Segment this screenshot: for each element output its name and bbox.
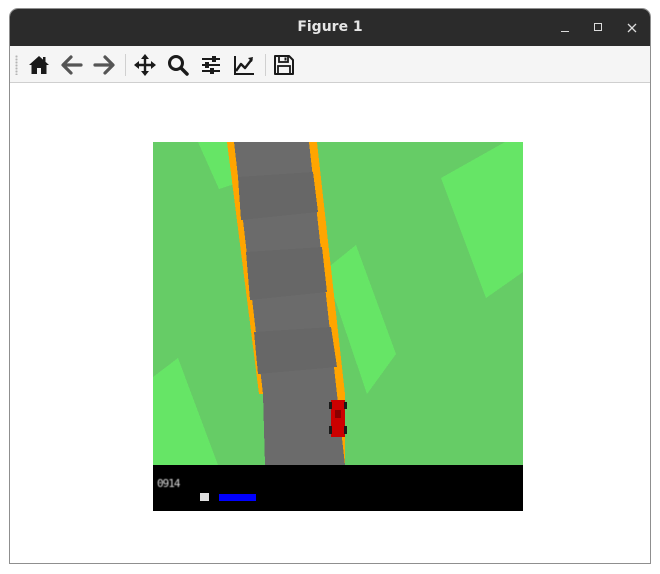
move-icon bbox=[134, 54, 156, 76]
magnifier-icon bbox=[168, 55, 189, 76]
hud-indicator bbox=[200, 493, 209, 501]
toolbar-grip[interactable] bbox=[15, 55, 18, 75]
minimize-icon bbox=[561, 31, 569, 32]
game-scene bbox=[153, 142, 523, 511]
maximize-button[interactable] bbox=[588, 18, 608, 38]
figure-window: Figure 1 0914 bbox=[9, 8, 651, 564]
game-frame[interactable]: 0914 bbox=[153, 142, 523, 511]
player-car bbox=[329, 400, 347, 437]
title-bar[interactable]: Figure 1 bbox=[10, 9, 650, 46]
window-title: Figure 1 bbox=[297, 19, 363, 35]
sliders-icon bbox=[202, 56, 220, 74]
road-band bbox=[238, 172, 318, 220]
save-button[interactable] bbox=[271, 52, 297, 78]
zoom-button[interactable] bbox=[165, 52, 191, 78]
back-button[interactable] bbox=[59, 52, 85, 78]
arrow-left-icon bbox=[61, 55, 83, 75]
hud-bar bbox=[153, 465, 523, 511]
configure-subplots-button[interactable] bbox=[198, 52, 224, 78]
road-band bbox=[246, 247, 327, 300]
home-icon bbox=[29, 56, 49, 74]
forward-button[interactable] bbox=[91, 52, 117, 78]
toolbar-separator bbox=[265, 54, 266, 76]
close-button[interactable] bbox=[622, 18, 642, 38]
navigation-toolbar bbox=[10, 46, 650, 83]
edit-axes-button[interactable] bbox=[231, 52, 257, 78]
minimize-button[interactable] bbox=[555, 18, 575, 38]
arrow-right-icon bbox=[93, 55, 115, 75]
figure-canvas[interactable]: 0914 bbox=[10, 83, 650, 563]
speed-bar bbox=[219, 494, 256, 501]
score-counter: 0914 bbox=[157, 477, 180, 490]
home-button[interactable] bbox=[26, 52, 52, 78]
maximize-icon bbox=[594, 23, 602, 31]
pan-button[interactable] bbox=[132, 52, 158, 78]
floppy-disk-icon bbox=[274, 55, 294, 75]
close-icon bbox=[627, 23, 637, 33]
road-band bbox=[254, 327, 337, 374]
toolbar-separator bbox=[125, 54, 126, 76]
line-chart-icon bbox=[234, 56, 254, 75]
